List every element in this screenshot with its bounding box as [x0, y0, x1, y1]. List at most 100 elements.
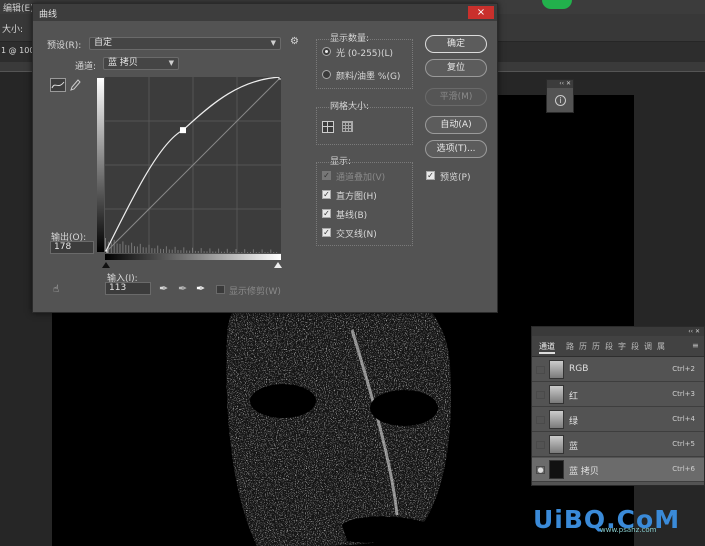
channels-panel-header[interactable]: ‹‹ ✕ — [532, 327, 704, 336]
channel-row-blue-copy[interactable]: ● 蓝 拷贝 Ctrl+6 — [532, 458, 704, 482]
visibility-eye-icon[interactable] — [536, 391, 545, 399]
histogram-bar — [203, 251, 205, 253]
channel-thumbnail — [549, 460, 564, 479]
histogram-bar — [122, 241, 124, 253]
curve-svg[interactable] — [102, 74, 284, 256]
white-eyedropper-icon[interactable]: ✒ — [196, 282, 205, 295]
channel-shortcut: Ctrl+4 — [672, 415, 695, 423]
histogram-bar — [270, 249, 272, 253]
intersection-checkbox[interactable]: ✓ — [322, 228, 331, 237]
histogram-bar — [186, 250, 188, 253]
tab-adjustments[interactable]: 调 — [644, 341, 652, 352]
histogram-bar — [206, 251, 208, 253]
preset-options-gear-icon[interactable]: ⚙ — [290, 36, 299, 47]
pigment-label: 颜料/油墨 %(G) — [336, 72, 401, 82]
histogram-bar — [177, 250, 179, 253]
input-gradient-bar — [105, 254, 281, 260]
auto-button[interactable]: 自动(A) — [425, 116, 487, 134]
ok-button[interactable]: 确定 — [425, 35, 487, 53]
options-button[interactable]: 选项(T)... — [425, 140, 487, 158]
tab-properties[interactable]: 属 — [657, 341, 665, 352]
info-panel-header[interactable]: ‹‹ ✕ — [547, 80, 573, 88]
input-field[interactable]: 113 — [105, 282, 151, 295]
close-icon[interactable]: × — [468, 6, 494, 19]
channel-name: 蓝 拷贝 — [569, 467, 599, 477]
output-gradient-bar — [97, 78, 104, 252]
tab-history-2[interactable]: 历 — [592, 341, 600, 352]
show-clipping-checkbox[interactable] — [216, 285, 225, 294]
simple-grid-icon[interactable] — [322, 121, 334, 133]
channel-shortcut: Ctrl+2 — [672, 365, 695, 373]
histogram-bar — [139, 243, 141, 253]
tab-paths[interactable]: 路 — [566, 341, 574, 352]
output-field[interactable]: 178 — [50, 241, 94, 254]
visibility-eye-icon[interactable]: ● — [536, 466, 545, 474]
chevron-down-icon: ▼ — [168, 59, 174, 67]
histogram-bar — [168, 249, 170, 253]
gray-eyedropper-icon[interactable]: ✒ — [178, 282, 187, 295]
channel-row-blue[interactable]: 蓝 Ctrl+5 — [532, 433, 704, 457]
tab-character[interactable]: 字 — [618, 341, 626, 352]
tab-paragraph[interactable]: 段 — [605, 341, 613, 352]
visibility-eye-icon[interactable] — [536, 366, 545, 374]
curve-point-tool-icon[interactable] — [50, 78, 66, 92]
black-eyedropper-icon[interactable]: ✒ — [159, 282, 168, 295]
tab-paragraph-2[interactable]: 段 — [631, 341, 639, 352]
histogram-bar — [252, 249, 254, 253]
histogram-bar — [125, 244, 127, 253]
baseline-checkbox[interactable]: ✓ — [322, 209, 331, 218]
detailed-grid-icon[interactable] — [342, 121, 353, 132]
histogram-bar — [238, 252, 240, 253]
histogram-bar — [160, 248, 162, 253]
histogram-bar — [154, 248, 156, 253]
channel-select[interactable]: 蓝 拷贝 ▼ — [103, 57, 179, 70]
black-point-slider[interactable] — [102, 262, 110, 268]
target-adjust-tool-icon[interactable]: ☝ — [53, 284, 59, 295]
channel-row-green[interactable]: 绿 Ctrl+4 — [532, 408, 704, 432]
curve-graph[interactable] — [102, 74, 284, 256]
panel-menu-icon[interactable]: ≡ — [692, 341, 699, 350]
histogram-bar — [200, 248, 202, 253]
histogram-bar — [116, 243, 118, 253]
visibility-eye-icon[interactable] — [536, 441, 545, 449]
histogram — [105, 238, 278, 253]
smooth-button[interactable]: 平滑(M) — [425, 88, 487, 106]
dialog-titlebar[interactable]: 曲线 × — [33, 4, 497, 21]
light-radio[interactable] — [322, 47, 331, 56]
document-tab[interactable]: 1 @ 100 — [1, 46, 34, 55]
histogram-bar — [128, 245, 130, 253]
curve-point-active[interactable] — [179, 127, 186, 134]
visibility-eye-icon[interactable] — [536, 416, 545, 424]
histogram-bar — [232, 251, 234, 253]
channels-panel: ‹‹ ✕ 通道 路 历 历 段 字 段 调 属 ≡ RGB Ctrl+2 红 C… — [531, 326, 705, 486]
info-icon[interactable]: i — [555, 95, 566, 106]
reset-button[interactable]: 复位 — [425, 59, 487, 77]
channel-row-rgb[interactable]: RGB Ctrl+2 — [532, 358, 704, 382]
histogram-bar — [136, 246, 138, 253]
tab-history[interactable]: 历 — [579, 341, 587, 352]
histogram-bar — [244, 249, 246, 253]
preview-checkbox[interactable]: ✓ — [426, 171, 435, 180]
curve-point-end[interactable] — [278, 74, 284, 80]
channel-label: 通道: — [75, 62, 97, 72]
channel-shortcut: Ctrl+6 — [672, 465, 695, 473]
histogram-bar — [212, 251, 214, 253]
histogram-bar — [255, 252, 257, 253]
pencil-icon[interactable] — [69, 78, 81, 92]
histogram-bar — [183, 247, 185, 253]
curve-point-start[interactable] — [102, 250, 108, 256]
histogram-checkbox[interactable]: ✓ — [322, 190, 331, 199]
histogram-bar — [250, 252, 251, 253]
histogram-bar — [119, 243, 121, 253]
tab-channels[interactable]: 通道 — [539, 341, 555, 354]
menu-item-edit[interactable]: 编辑(E) — [3, 1, 34, 14]
white-point-slider[interactable] — [274, 262, 282, 268]
channel-overlays-checkbox[interactable]: ✓ — [322, 171, 331, 180]
channel-row-red[interactable]: 红 Ctrl+3 — [532, 383, 704, 407]
histogram-bar — [221, 251, 222, 253]
preset-select[interactable]: 自定 ▼ — [89, 37, 281, 50]
histogram-bar — [235, 249, 237, 253]
histogram-bar — [180, 250, 182, 253]
histogram-bar — [165, 246, 167, 253]
pigment-radio[interactable] — [322, 70, 331, 79]
